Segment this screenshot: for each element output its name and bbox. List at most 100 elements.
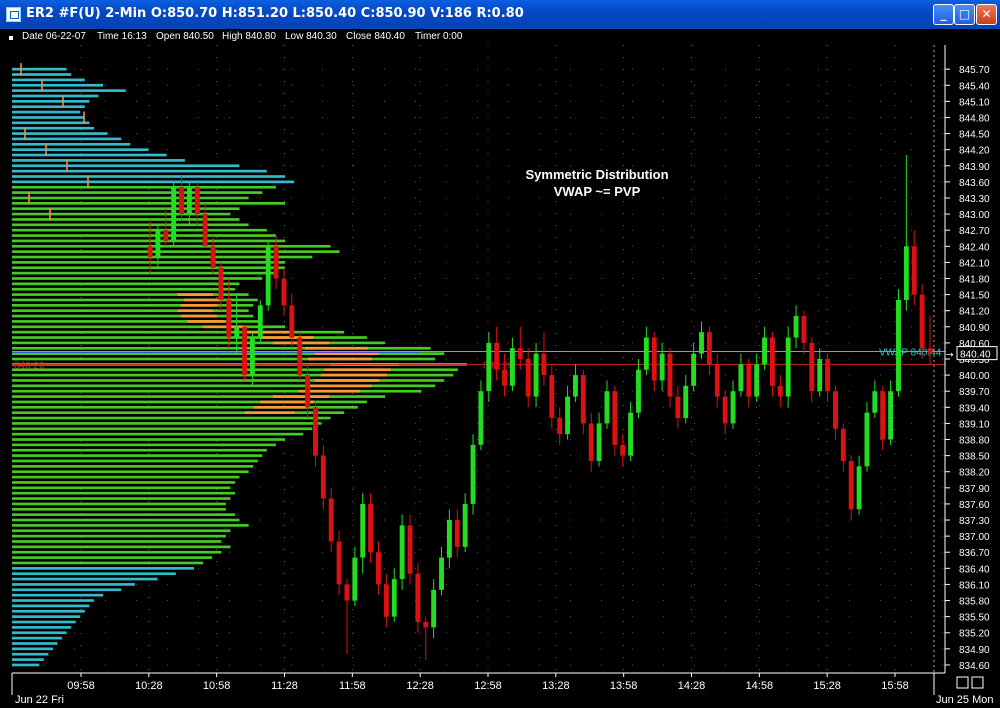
candle-body	[336, 541, 342, 585]
candle-body	[344, 584, 350, 601]
candle-body	[785, 337, 791, 397]
candle-body	[368, 503, 374, 553]
candle-body	[675, 396, 681, 419]
candle-body	[494, 342, 500, 370]
candle-body	[730, 391, 736, 424]
profile-value-area-mark	[180, 314, 217, 318]
candle-body	[352, 557, 358, 601]
price-chart[interactable]: 840.20840.20VWAP 840.44 845.70845.40845.…	[0, 45, 1000, 708]
profile-bar	[12, 89, 126, 92]
candle-body	[226, 299, 232, 338]
y-tick-label: 838.20	[959, 468, 990, 479]
profile-bar	[12, 432, 304, 436]
profile-bar	[12, 239, 285, 243]
candle-body	[391, 579, 397, 617]
x-tick-label: 14:28	[678, 680, 706, 692]
profile-tpo-mark	[24, 127, 26, 140]
profile-bar	[12, 164, 240, 168]
profile-bar	[12, 540, 222, 543]
profile-bar	[12, 658, 44, 661]
candle-body	[218, 267, 224, 300]
profile-bar	[12, 481, 235, 484]
candle-body	[210, 246, 216, 268]
profile-bar	[12, 545, 231, 549]
candle-body	[683, 385, 689, 419]
x-tick-label: 13:28	[542, 680, 570, 692]
candle-body	[399, 525, 405, 580]
profile-bar	[12, 642, 58, 645]
profile-bar	[12, 83, 103, 87]
y-tick-label: 842.10	[959, 258, 990, 269]
candle-body	[147, 246, 153, 258]
profile-bar	[12, 169, 267, 173]
candle-body	[738, 364, 744, 392]
profile-value-area-mark	[260, 336, 314, 339]
title-bar[interactable]: ER2 #F(U) 2-Min O:850.70 H:851.20 L:850.…	[0, 0, 1000, 29]
profile-bar	[12, 196, 249, 200]
candle-body	[872, 391, 878, 413]
candle-body	[903, 246, 909, 300]
candle-body	[643, 337, 649, 370]
profile-bar	[12, 223, 249, 227]
candle-body	[833, 391, 838, 429]
maximize-button[interactable]: □	[954, 4, 975, 25]
y-tick-label: 841.20	[959, 307, 990, 318]
profile-bar	[12, 282, 240, 286]
minimize-button[interactable]: _	[933, 4, 954, 25]
window-title: ER2 #F(U) 2-Min O:850.70 H:851.20 L:850.…	[26, 6, 524, 21]
candle-body	[486, 342, 492, 392]
profile-value-area-mark	[180, 303, 217, 307]
profile-tpo-mark	[87, 175, 89, 188]
candle-body	[691, 353, 697, 386]
profile-value-area-mark	[308, 357, 372, 361]
candle-body	[588, 423, 594, 461]
y-tick-label: 839.70	[959, 387, 990, 398]
candle-body	[636, 369, 641, 413]
y-tick-label: 844.20	[959, 146, 990, 157]
candle-body	[919, 294, 925, 349]
candle-body	[793, 316, 799, 338]
profile-bar	[12, 191, 263, 194]
candle-body	[888, 391, 894, 440]
info-close: Close 840.40	[346, 31, 405, 42]
candle-body	[746, 364, 752, 397]
candle-body	[186, 187, 192, 215]
y-tick-label: 843.90	[959, 162, 990, 173]
y-tick-label: 844.50	[959, 130, 990, 141]
profile-bar	[12, 448, 267, 452]
profile-bar	[12, 137, 122, 141]
candle-body	[628, 412, 634, 456]
candle-body	[249, 337, 255, 376]
last-price-label: 840.40	[960, 350, 991, 361]
y-tick-label: 842.70	[959, 226, 990, 237]
info-open: Open 840.50	[156, 31, 214, 42]
y-tick-label: 835.80	[959, 597, 990, 608]
y-tick-label: 845.10	[959, 97, 990, 108]
candle-body	[376, 552, 381, 585]
candle-body	[722, 396, 728, 424]
profile-tpo-mark	[83, 111, 85, 124]
profile-bar	[12, 454, 263, 457]
y-tick-label: 844.80	[959, 113, 990, 124]
profile-bar	[12, 529, 231, 533]
candle-body	[179, 187, 184, 215]
candle-body	[896, 299, 901, 392]
candle-body	[470, 444, 476, 504]
profile-bar	[12, 636, 63, 640]
y-tick-label: 845.40	[959, 81, 990, 92]
candle-body	[565, 396, 571, 435]
candle-body	[809, 342, 815, 392]
candle-body	[234, 326, 240, 338]
profile-bar	[12, 577, 158, 581]
close-button[interactable]: ✕	[976, 4, 997, 25]
y-tick-label: 838.80	[959, 436, 990, 447]
profile-value-area-mark	[324, 368, 392, 372]
candle-body	[454, 520, 460, 547]
profile-bar	[12, 277, 263, 280]
y-tick-label: 837.90	[959, 484, 990, 495]
profile-bar	[12, 459, 258, 463]
candle-body	[769, 337, 775, 386]
profile-bar	[12, 518, 240, 522]
profile-bar	[12, 389, 422, 393]
profile-bar	[12, 148, 149, 152]
